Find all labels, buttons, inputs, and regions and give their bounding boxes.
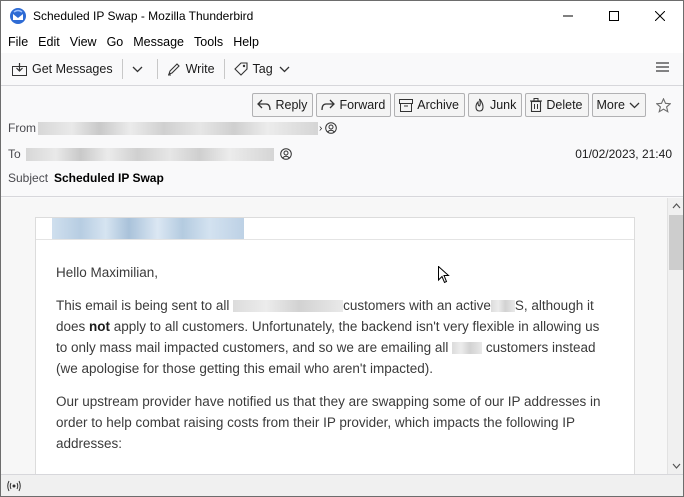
scroll-up-arrow[interactable]: [671, 201, 681, 211]
p1-part-a: This email is being sent to all: [56, 298, 234, 313]
chevron-down-icon: [279, 66, 290, 72]
more-button[interactable]: More: [591, 93, 646, 117]
toolbar-separator: [156, 59, 158, 79]
junk-label: Junk: [489, 98, 517, 112]
delete-label: Delete: [546, 98, 583, 112]
minimize-icon: [563, 15, 573, 17]
window-title: Scheduled IP Swap - Mozilla Thunderbird: [33, 9, 254, 23]
menu-view[interactable]: View: [65, 35, 102, 49]
from-row: From ›: [8, 121, 338, 135]
star-icon: [655, 97, 671, 113]
tag-label: Tag: [252, 62, 273, 76]
forward-icon: [321, 99, 336, 111]
title-bar: Scheduled IP Swap - Mozilla Thunderbird: [1, 1, 683, 31]
junk-button[interactable]: Junk: [467, 93, 523, 117]
subject-value: Scheduled IP Swap: [54, 171, 164, 185]
get-messages-button[interactable]: Get Messages: [7, 56, 118, 82]
trash-icon: [530, 98, 543, 112]
close-icon: [655, 11, 665, 21]
delete-button[interactable]: Delete: [525, 93, 589, 117]
reply-icon: [257, 99, 272, 111]
thunderbird-window: Scheduled IP Swap - Mozilla Thunderbird …: [0, 0, 684, 497]
chevron-down-icon: [672, 463, 680, 469]
activity-icon[interactable]: [7, 480, 21, 492]
maximize-icon: [609, 11, 619, 21]
contact-icon[interactable]: [325, 122, 338, 134]
star-button[interactable]: [651, 93, 675, 117]
redacted-text: [233, 300, 344, 313]
thunderbird-logo-icon: [10, 8, 26, 24]
from-address-redacted[interactable]: [38, 121, 318, 135]
scroll-thumb[interactable]: [669, 215, 683, 270]
message-header: Reply Forward Archive Junk Delete More F…: [1, 87, 683, 197]
toolbar-separator: [121, 59, 123, 79]
scroll-down-arrow[interactable]: [671, 461, 681, 471]
junk-icon: [475, 98, 484, 112]
toolbar-separator: [223, 59, 225, 79]
subject-row: Subject Scheduled IP Swap: [8, 171, 164, 185]
menu-file[interactable]: File: [3, 35, 33, 49]
tag-button[interactable]: Tag: [229, 56, 295, 82]
from-arrow: ›: [319, 122, 323, 134]
to-label: To: [8, 147, 21, 161]
menu-message[interactable]: Message: [128, 35, 189, 49]
maximize-button[interactable]: [591, 1, 637, 31]
write-label: Write: [185, 62, 215, 76]
forward-button[interactable]: Forward: [316, 93, 392, 117]
archive-button[interactable]: Archive: [394, 93, 465, 117]
menu-help[interactable]: Help: [228, 35, 264, 49]
message-date: 01/02/2023, 21:40: [575, 147, 672, 161]
mouse-cursor-icon: [438, 266, 450, 284]
menu-go[interactable]: Go: [102, 35, 129, 49]
to-address-redacted[interactable]: [26, 147, 274, 161]
chevron-down-icon: [132, 66, 143, 72]
chevron-down-icon: [629, 102, 640, 108]
reply-label: Reply: [275, 98, 308, 112]
message-actions: Reply Forward Archive Junk Delete More: [252, 93, 675, 117]
subject-label: Subject: [8, 171, 49, 185]
p1-not: not: [89, 319, 111, 334]
message-body: Hello Maximilian, This email is being se…: [1, 198, 667, 474]
minimize-button[interactable]: [545, 1, 591, 31]
email-banner: [36, 218, 634, 240]
paragraph-2: Our upstream provider have notified us t…: [56, 394, 601, 451]
menu-edit[interactable]: Edit: [33, 35, 65, 49]
company-logo-redacted: [52, 218, 244, 239]
main-toolbar: Get Messages Write Tag: [1, 53, 683, 86]
to-row: To: [8, 147, 292, 161]
from-label: From: [8, 121, 36, 135]
chevron-up-icon: [672, 203, 680, 209]
tag-icon: [233, 62, 248, 76]
vertical-scrollbar[interactable]: [667, 198, 683, 474]
hamburger-menu-icon[interactable]: [656, 61, 669, 73]
write-button[interactable]: Write: [162, 56, 220, 82]
get-messages-label: Get Messages: [32, 62, 113, 76]
archive-label: Archive: [417, 98, 459, 112]
status-bar: [1, 474, 683, 496]
greeting: Hello Maximilian,: [56, 265, 159, 280]
get-messages-icon: [12, 62, 27, 76]
menu-tools[interactable]: Tools: [189, 35, 228, 49]
close-button[interactable]: [637, 1, 683, 31]
forward-label: Forward: [339, 98, 386, 112]
menu-bar: File Edit View Go Message Tools Help: [1, 31, 683, 53]
more-label: More: [596, 98, 625, 112]
redacted-text: [490, 300, 515, 313]
email-text: Hello Maximilian, This email is being se…: [36, 262, 634, 454]
contact-icon[interactable]: [280, 148, 292, 160]
p1-part-b: customers with an active: [343, 298, 491, 313]
email-card: Hello Maximilian, This email is being se…: [35, 217, 635, 474]
get-messages-dropdown[interactable]: [127, 56, 153, 82]
redacted-text: [452, 342, 483, 355]
paragraph-1: This email is being sent to all customer…: [56, 295, 614, 379]
pencil-icon: [167, 63, 180, 76]
reply-button[interactable]: Reply: [252, 93, 314, 117]
archive-icon: [399, 98, 414, 112]
